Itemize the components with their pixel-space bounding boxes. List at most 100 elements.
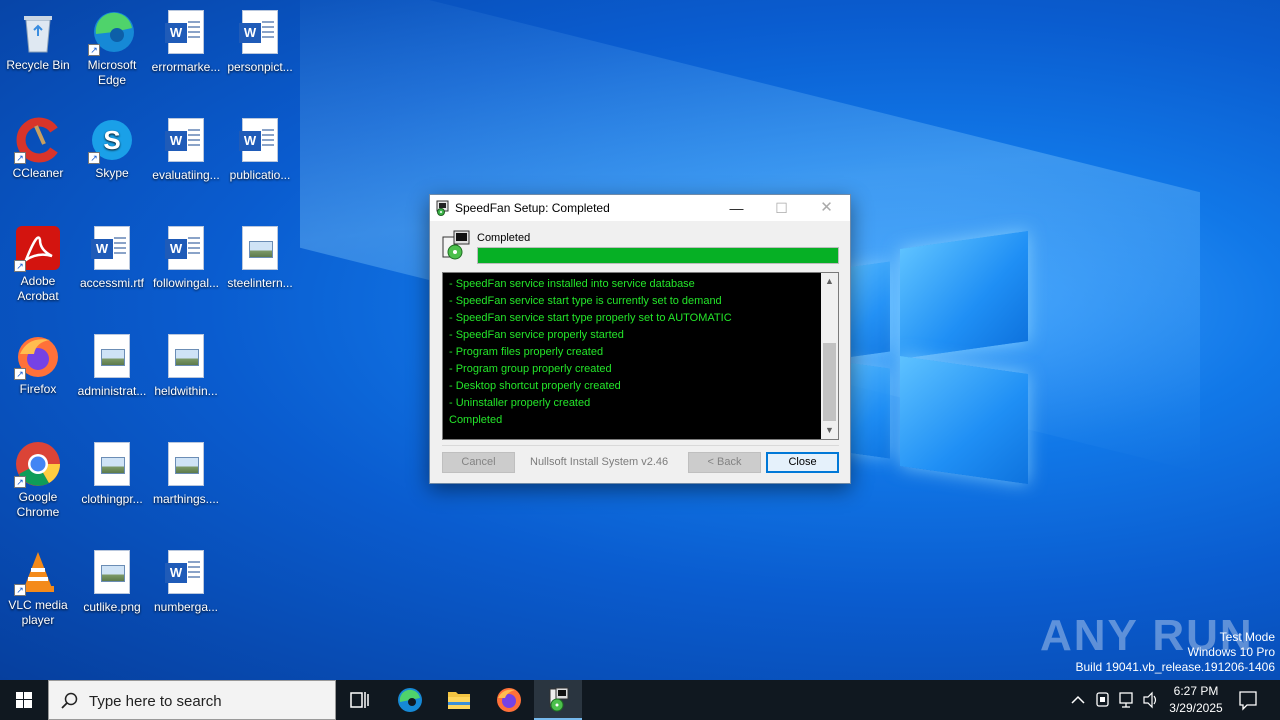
title-bar[interactable]: SpeedFan Setup: Completed — ☐ ✕ xyxy=(430,195,850,221)
shortcut-arrow-icon: ↗ xyxy=(14,368,26,380)
shortcut-arrow-icon: ↗ xyxy=(14,152,26,164)
desktop-icon-label: steelintern... xyxy=(227,276,293,290)
install-log[interactable]: - SpeedFan service installed into servic… xyxy=(442,272,839,440)
desktop-icon-label: heldwithin... xyxy=(154,384,218,398)
minimize-button[interactable]: — xyxy=(714,195,759,221)
scroll-up-icon[interactable]: ▲ xyxy=(821,273,838,290)
installer-dialog: SpeedFan Setup: Completed — ☐ ✕ Complete… xyxy=(429,194,851,484)
desktop-icon-recycle-bin[interactable]: Recycle Bin xyxy=(0,8,76,73)
scroll-down-icon[interactable]: ▼ xyxy=(821,422,838,439)
desktop-icon-skype[interactable]: S ↗ Skype xyxy=(74,116,150,181)
volume-icon[interactable] xyxy=(1141,680,1161,720)
word-icon: W xyxy=(88,226,136,274)
desktop-icon-image[interactable]: steelintern... xyxy=(222,224,298,291)
search-icon xyxy=(61,692,78,709)
log-lines: - SpeedFan service installed into servic… xyxy=(449,276,821,429)
desktop-icon-label: Google Chrome xyxy=(16,490,60,519)
shortcut-arrow-icon: ↗ xyxy=(14,476,26,488)
desktop-icon-image[interactable]: cutlike.png xyxy=(74,548,150,615)
clock-date: 3/29/2025 xyxy=(1169,701,1223,715)
desktop-icon-image[interactable]: administrat... xyxy=(74,332,150,399)
taskbar-speedfan-setup[interactable] xyxy=(534,680,582,720)
word-icon: W xyxy=(162,118,210,166)
desktop-icon-image[interactable]: marthings.... xyxy=(148,440,224,507)
installer-setup-icon xyxy=(442,230,470,260)
clock-time: 6:27 PM xyxy=(1173,684,1219,698)
desktop-icon-label: publicatio... xyxy=(229,168,291,182)
desktop-icon-word[interactable]: Waccessmi.rtf xyxy=(74,224,150,291)
log-line: - Uninstaller properly created xyxy=(449,397,591,409)
close-button[interactable]: Close xyxy=(766,452,839,473)
task-view-button[interactable] xyxy=(336,680,384,720)
watermark-line: Build 19041.vb_release.191206-1406 xyxy=(1075,660,1276,674)
desktop-icon-edge[interactable]: ↗ Microsoft Edge xyxy=(74,8,150,88)
desktop-icon-word[interactable]: Wfollowingal... xyxy=(148,224,224,291)
start-button[interactable] xyxy=(0,680,48,720)
firefox-icon: ↗ xyxy=(14,332,62,380)
desktop-icon-vlc[interactable]: ↗ VLC media player xyxy=(0,548,76,628)
notifications-icon[interactable] xyxy=(1237,680,1259,720)
taskbar-file-explorer[interactable] xyxy=(435,680,483,720)
word-icon: W xyxy=(236,118,284,166)
taskbar-edge[interactable] xyxy=(386,680,434,720)
firefox-icon xyxy=(497,688,521,712)
close-window-button[interactable]: ✕ xyxy=(804,195,849,221)
task-view-icon xyxy=(350,692,369,708)
desktop-icon-label: marthings.... xyxy=(152,492,220,506)
watermark-line: Windows 10 Pro xyxy=(1187,645,1275,659)
image-icon xyxy=(88,334,136,382)
status-label: Completed xyxy=(477,232,531,244)
ccleaner-icon: ↗ xyxy=(14,116,62,164)
scroll-thumb[interactable] xyxy=(823,343,836,421)
log-line: Completed xyxy=(449,414,503,426)
desktop-icon-label: errormarke... xyxy=(151,60,221,74)
device-icon[interactable] xyxy=(1093,680,1113,720)
cancel-button[interactable]: Cancel xyxy=(442,452,515,473)
shortcut-arrow-icon: ↗ xyxy=(88,44,100,56)
svg-text:S: S xyxy=(103,125,120,155)
desktop-icon-word[interactable]: Werrormarke... xyxy=(148,8,224,75)
shortcut-arrow-icon: ↗ xyxy=(14,260,26,272)
desktop-icon-label: clothingpr... xyxy=(81,492,143,506)
log-line: - Program files properly created xyxy=(449,346,604,358)
taskbar-search-box[interactable]: Type here to search xyxy=(48,680,336,720)
log-line: - SpeedFan service properly started xyxy=(449,329,624,341)
desktop-icon-word[interactable]: Wpersonpict... xyxy=(222,8,298,75)
desktop-icon-ccleaner[interactable]: ↗ CCleaner xyxy=(0,116,76,181)
shortcut-arrow-icon: ↗ xyxy=(14,584,26,596)
desktop-icon-chrome[interactable]: ↗ Google Chrome xyxy=(0,440,76,520)
image-icon xyxy=(88,550,136,598)
acrobat-icon: ↗ xyxy=(14,224,62,272)
log-line: - SpeedFan service installed into servic… xyxy=(449,278,695,290)
watermark-line: Test Mode xyxy=(1219,630,1275,644)
desktop-icon-label: CCleaner xyxy=(12,166,64,180)
desktop-icon-word[interactable]: Wnumberga... xyxy=(148,548,224,615)
windows-start-icon xyxy=(16,692,32,708)
show-hidden-icons-icon[interactable] xyxy=(1068,680,1088,720)
desktop-icon-image[interactable]: clothingpr... xyxy=(74,440,150,507)
desktop-icon-acrobat[interactable]: ↗ Adobe Acrobat xyxy=(0,224,76,304)
desktop-icon-word[interactable]: Wevaluatiing... xyxy=(148,116,224,183)
image-icon xyxy=(162,334,210,382)
desktop-icon-label: accessmi.rtf xyxy=(79,276,144,290)
taskbar-firefox[interactable] xyxy=(485,680,533,720)
desktop-icon-label: VLC media player xyxy=(8,598,68,627)
image-icon xyxy=(162,442,210,490)
desktop-icon-firefox[interactable]: ↗ Firefox xyxy=(0,332,76,397)
maximize-button[interactable]: ☐ xyxy=(759,195,804,221)
clock[interactable]: 6:27 PM 3/29/2025 xyxy=(1160,683,1232,717)
log-scrollbar[interactable]: ▲ ▼ xyxy=(821,273,838,439)
taskbar: Type here to search 6:27 PM 3/29/2025 xyxy=(0,680,1280,720)
desktop-icon-label: Firefox xyxy=(19,382,57,396)
desktop-icon-label: followingal... xyxy=(152,276,220,290)
desktop-icon-word[interactable]: Wpublicatio... xyxy=(222,116,298,183)
desktop-icon-label: Skype xyxy=(95,166,129,180)
back-button[interactable]: < Back xyxy=(688,452,761,473)
network-icon[interactable] xyxy=(1117,680,1137,720)
log-line: - Desktop shortcut properly created xyxy=(449,380,621,392)
desktop-icon-label: Recycle Bin xyxy=(6,58,70,72)
os-watermark: Test Mode Windows 10 Pro Build 19041.vb_… xyxy=(1076,630,1276,675)
chrome-icon: ↗ xyxy=(14,440,62,488)
vlc-icon: ↗ xyxy=(14,548,62,596)
desktop-icon-image[interactable]: heldwithin... xyxy=(148,332,224,399)
